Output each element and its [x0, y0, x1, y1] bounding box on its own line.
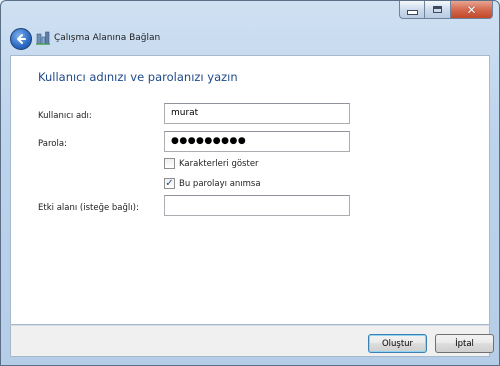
wizard-window: ✕ Çalışma Alanına Bağlan Kullanıcı adını… — [0, 0, 500, 366]
domain-label: Etki alanı (isteğe bağlı): — [38, 203, 139, 213]
password-label: Parola: — [38, 139, 67, 149]
page-heading: Kullanıcı adınızı ve parolanızı yazın — [38, 70, 238, 84]
minimize-icon — [406, 10, 418, 15]
show-characters-label: Karakterleri göster — [179, 158, 259, 169]
close-icon: ✕ — [466, 2, 477, 17]
remember-password-label: Bu parolayı anımsa — [179, 178, 261, 189]
checkmark-icon: ✓ — [165, 177, 174, 189]
cancel-button[interactable]: İptal — [435, 334, 494, 353]
wizard-content: Kullanıcı adınızı ve parolanızı yazın Ku… — [10, 55, 490, 325]
remember-password-option[interactable]: ✓ Bu parolayı anımsa — [164, 178, 261, 189]
caption-buttons: ✕ — [399, 1, 493, 19]
password-field[interactable]: ●●●●●●●●● — [164, 131, 350, 152]
button-bar: Oluştur İptal — [10, 325, 494, 357]
workplace-network-icon — [36, 31, 50, 45]
username-label: Kullanıcı adı: — [38, 111, 92, 121]
domain-field[interactable] — [164, 195, 350, 216]
show-characters-checkbox[interactable] — [164, 158, 175, 169]
create-button[interactable]: Oluştur — [368, 334, 427, 353]
window-title: Çalışma Alanına Bağlan — [54, 33, 161, 43]
maximize-icon — [433, 6, 442, 13]
minimize-button[interactable] — [399, 1, 425, 19]
maximize-button[interactable] — [425, 1, 451, 19]
back-arrow-icon — [17, 34, 26, 44]
username-field[interactable]: murat — [164, 103, 350, 124]
navigation-bar: Çalışma Alanına Bağlan — [1, 21, 499, 55]
close-button[interactable]: ✕ — [451, 1, 493, 19]
remember-password-checkbox[interactable]: ✓ — [164, 178, 175, 189]
show-characters-option[interactable]: Karakterleri göster — [164, 158, 259, 169]
back-button[interactable] — [10, 28, 32, 50]
